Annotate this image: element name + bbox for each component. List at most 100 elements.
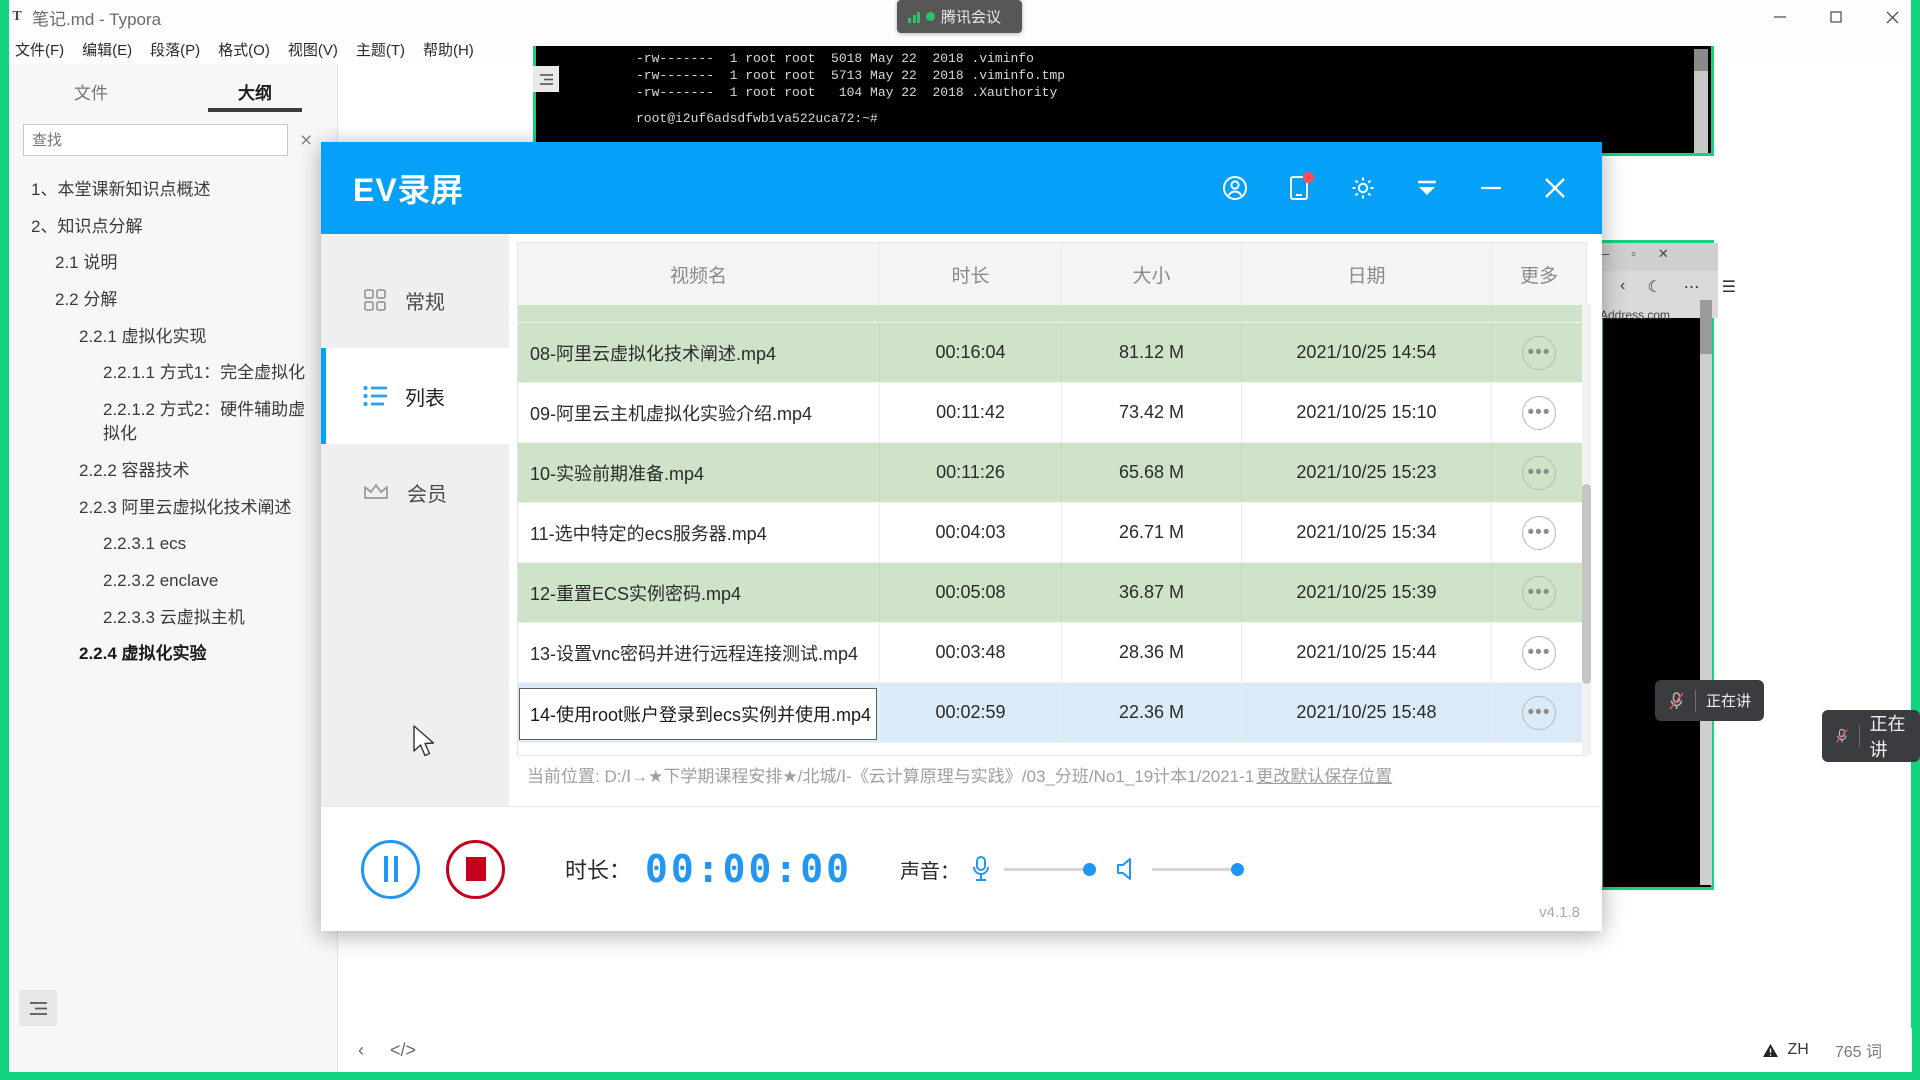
minimize-icon[interactable] — [1472, 169, 1510, 207]
maximize-button[interactable] — [1808, 0, 1864, 34]
terminal-prompt-line: root@i2uf6adsdfwb1va522uca72:~# — [636, 111, 878, 126]
outline-item[interactable]: 1、本堂课新知识点概述 — [31, 178, 327, 203]
collapse-icon[interactable] — [1408, 169, 1446, 207]
sidebar-toggle-button[interactable] — [19, 990, 57, 1026]
microphone-icon[interactable] — [970, 854, 992, 884]
browser-back-icon[interactable]: ‹ — [1620, 277, 1625, 297]
browser-more-icon[interactable]: ⋯ — [1684, 277, 1700, 297]
column-header-name[interactable]: 视频名 — [518, 243, 880, 305]
row-more-button[interactable]: ••• — [1522, 635, 1556, 670]
browser-close-icon[interactable]: ✕ — [1658, 246, 1669, 262]
row-more-button[interactable]: ••• — [1522, 395, 1556, 430]
mobile-device-icon[interactable] — [1280, 169, 1318, 207]
outline-item-active[interactable]: 2.2.4 虚拟化实验 — [79, 642, 327, 667]
browser-window-controls[interactable]: – ▫ ✕ — [1602, 246, 1669, 262]
pause-button[interactable] — [361, 839, 420, 899]
cell-more: ••• — [1492, 323, 1586, 382]
menu-theme[interactable]: 主题(T) — [347, 37, 414, 62]
speaker-volume-slider[interactable] — [1152, 862, 1245, 876]
browser-address-bar[interactable]: Address.com — [1600, 308, 1670, 322]
table-row[interactable]: 11-选中特定的ecs服务器.mp4 00:04:03 26.71 M 2021… — [518, 503, 1586, 563]
nav-item-list[interactable]: 列表 — [321, 348, 509, 444]
microphone-volume-slider[interactable] — [1004, 862, 1097, 876]
menu-file[interactable]: 文件(F) — [6, 37, 73, 62]
row-more-button[interactable]: ••• — [1522, 515, 1556, 550]
slider-knob[interactable] — [1083, 862, 1097, 876]
rename-input[interactable]: 14-使用root账户登录到ecs实例并使用.mp4 — [519, 688, 877, 740]
column-header-duration[interactable]: 时长 — [880, 243, 1062, 305]
stop-button[interactable] — [446, 839, 505, 899]
row-more-button[interactable]: ••• — [1522, 575, 1556, 610]
minimize-button[interactable] — [1752, 0, 1808, 34]
outline-item[interactable]: 2.2.3 阿里云虚拟化技术阐述 — [79, 496, 324, 521]
column-header-size[interactable]: 大小 — [1062, 243, 1242, 305]
table-row-partial[interactable] — [518, 305, 1586, 323]
signal-bars-icon — [908, 11, 920, 23]
settings-gear-icon[interactable] — [1344, 169, 1382, 207]
table-row[interactable]: 08-阿里云虚拟化技术阐述.mp4 00:16:04 81.12 M 2021/… — [518, 323, 1586, 383]
cell-more: ••• — [1492, 683, 1586, 742]
terminal-scroll-thumb[interactable] — [1694, 49, 1708, 71]
cell-name: 08-阿里云虚拟化技术阐述.mp4 — [518, 323, 880, 382]
browser-menu-icon[interactable]: ☰ — [1722, 277, 1736, 297]
language-indicator[interactable]: ZH — [1762, 1041, 1809, 1059]
table-scroll-thumb[interactable] — [1582, 484, 1591, 684]
menu-edit[interactable]: 编辑(E) — [73, 37, 141, 62]
table-row[interactable]: 13-设置vnc密码并进行远程连接测试.mp4 00:03:48 28.36 M… — [518, 623, 1586, 683]
outline-item[interactable]: 2.1 说明 — [55, 251, 327, 276]
outline-item[interactable]: 2.2.1 虚拟化实现 — [79, 325, 327, 350]
browser-maximize-icon[interactable]: ▫ — [1631, 246, 1636, 262]
close-icon[interactable] — [1536, 169, 1574, 207]
menu-format[interactable]: 格式(O) — [209, 37, 279, 62]
browser-minimize-icon[interactable]: – — [1602, 246, 1609, 262]
source-code-mode-button[interactable]: </> — [390, 1040, 416, 1061]
outline-item[interactable]: 2.2.3.3 云虚拟主机 — [103, 606, 313, 631]
browser-toolbar-icons[interactable]: ‹ ☾ ⋯ ☰ — [1620, 277, 1736, 297]
outline-item[interactable]: 2.2 分解 — [55, 288, 327, 313]
speaker-icon[interactable] — [1114, 856, 1140, 882]
tab-files[interactable]: 文件 — [9, 64, 173, 118]
outline-item[interactable]: 2.2.2 容器技术 — [79, 459, 327, 484]
column-header-date[interactable]: 日期 — [1242, 243, 1492, 305]
user-account-icon[interactable] — [1216, 169, 1254, 207]
nav-item-general[interactable]: 常规 — [321, 252, 509, 348]
outline-item[interactable]: 2、知识点分解 — [31, 215, 327, 240]
slider-knob[interactable] — [1231, 862, 1245, 876]
menu-view[interactable]: 视图(V) — [279, 37, 347, 62]
cell-duration: 00:11:42 — [880, 383, 1062, 442]
column-header-more[interactable]: 更多 — [1492, 243, 1586, 305]
ev-recorder-window: EV录屏 常规 列表 会员 视频名 时长 大小 日期 更多 08-阿里云虚拟化技… — [321, 142, 1602, 931]
menu-help[interactable]: 帮助(H) — [414, 37, 483, 62]
word-count-label[interactable]: 765 词 — [1835, 1038, 1882, 1062]
cell-more: ••• — [1492, 503, 1586, 562]
background-scroll-thumb[interactable] — [1700, 300, 1712, 354]
table-scrollbar[interactable] — [1582, 304, 1591, 754]
table-row[interactable]: 10-实验前期准备.mp4 00:11:26 65.68 M 2021/10/2… — [518, 443, 1586, 503]
row-more-button[interactable]: ••• — [1522, 455, 1556, 490]
change-save-location-link[interactable]: 更改默认保存位置 — [1256, 762, 1392, 787]
menu-paragraph[interactable]: 段落(P) — [141, 37, 209, 62]
pause-icon — [383, 856, 398, 882]
table-row[interactable]: 09-阿里云主机虚拟化实验介绍.mp4 00:11:42 73.42 M 202… — [518, 383, 1586, 443]
nav-item-member[interactable]: 会员 — [321, 444, 509, 540]
cell-more: ••• — [1492, 383, 1586, 442]
outline-item[interactable]: 2.2.1.1 方式1：完全虚拟化 — [103, 361, 313, 386]
tab-outline[interactable]: 大纲 — [173, 64, 337, 118]
row-more-button[interactable]: ••• — [1522, 695, 1556, 730]
outline-item[interactable]: 2.2.3.2 enclave — [103, 569, 313, 594]
table-row[interactable]: 12-重置ECS实例密码.mp4 00:05:08 36.87 M 2021/1… — [518, 563, 1586, 623]
background-window-scrollbar[interactable] — [1700, 300, 1712, 885]
search-close-icon[interactable]: × — [300, 130, 312, 151]
tencent-meeting-floating-bar[interactable]: 腾讯会议 — [897, 0, 1022, 33]
cell-duration: 00:16:04 — [880, 323, 1062, 382]
search-input[interactable] — [23, 124, 288, 156]
cell-name: 11-选中特定的ecs服务器.mp4 — [518, 503, 880, 562]
outline-item[interactable]: 2.2.1.2 方式2：硬件辅助虚拟化 — [103, 398, 313, 447]
terminal-scrollbar[interactable] — [1694, 49, 1708, 153]
row-more-button[interactable]: ••• — [1522, 335, 1556, 370]
table-row-selected[interactable]: 14-使用root账户登录到ecs实例并使用.mp4 00:02:59 22.3… — [518, 683, 1586, 743]
outline-item[interactable]: 2.2.3.1 ecs — [103, 532, 313, 557]
terminal-menu-icon[interactable] — [533, 66, 559, 92]
browser-night-mode-icon[interactable]: ☾ — [1647, 277, 1661, 297]
outline-prev-button[interactable]: ‹ — [358, 1040, 364, 1061]
